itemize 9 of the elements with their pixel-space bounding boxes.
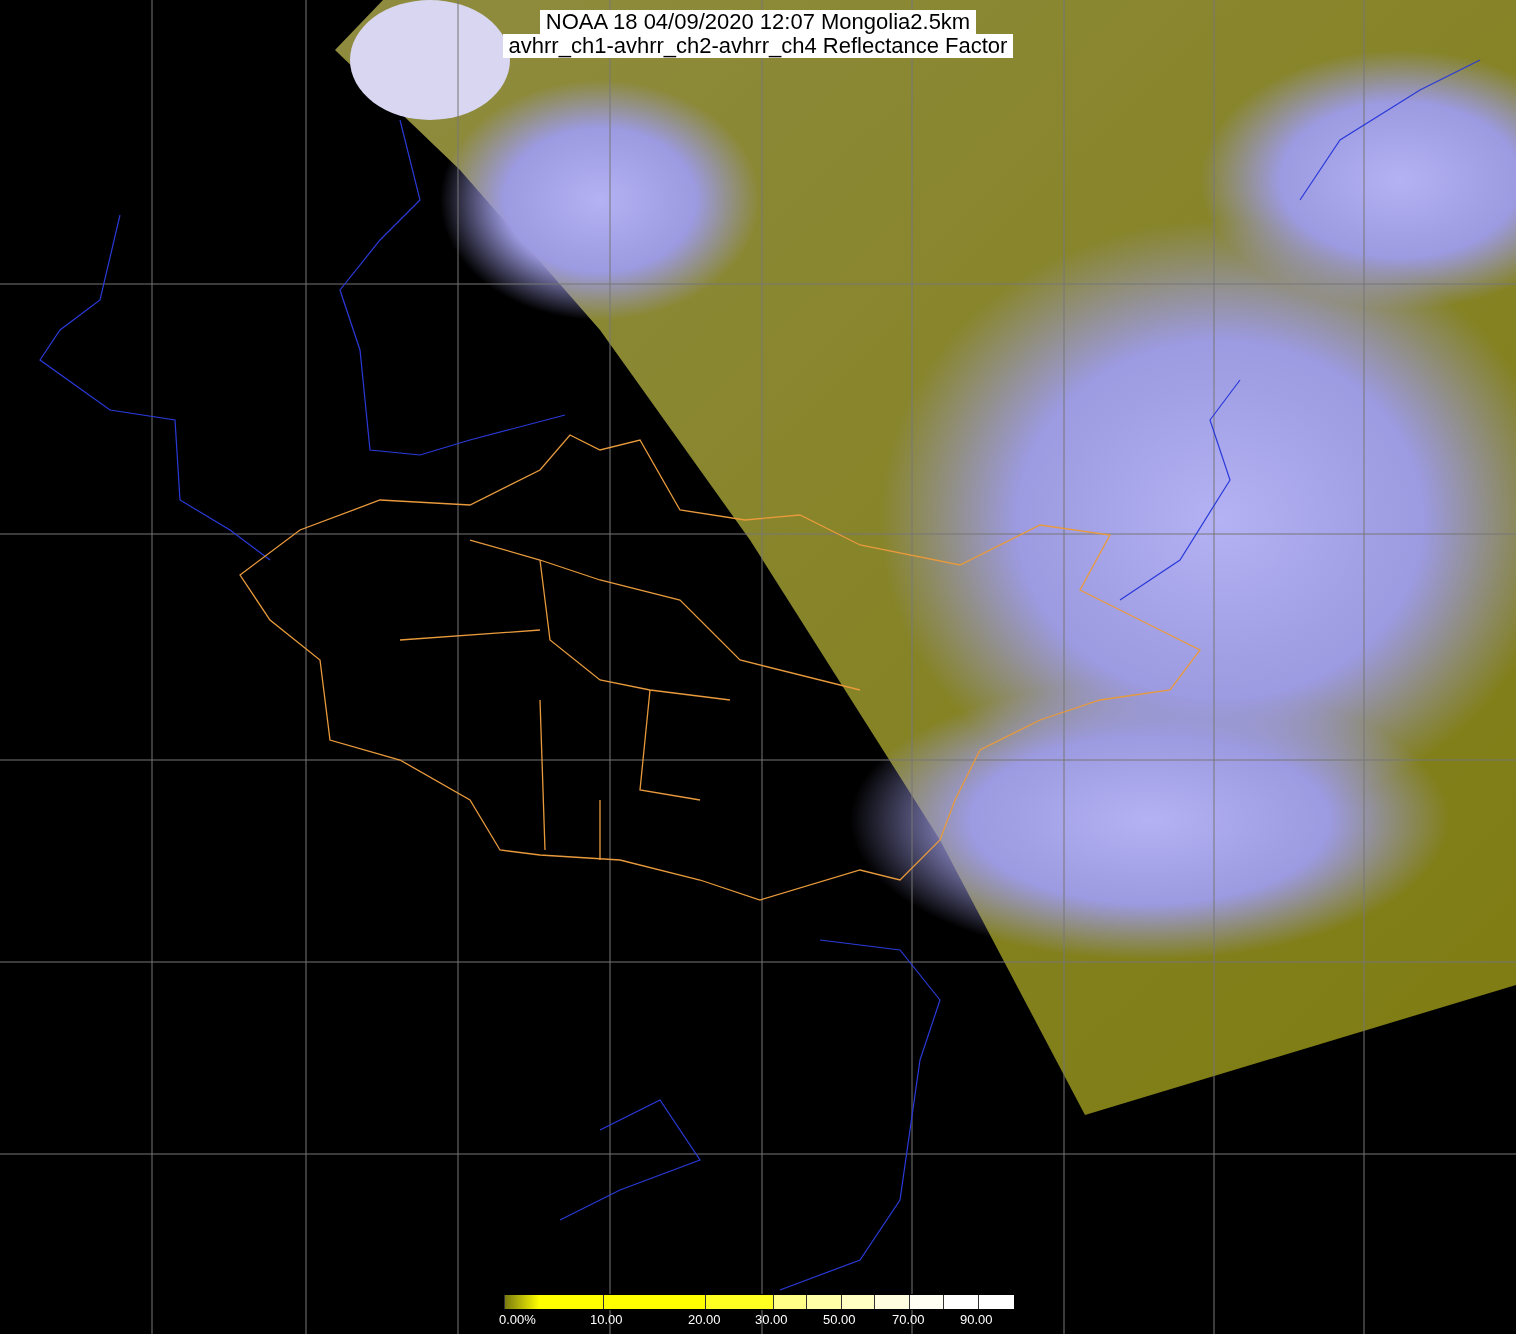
scale-label: 30.00 [755,1312,788,1327]
map-title: NOAA 18 04/09/2020 12:07 Mongolia2.5km [539,10,977,34]
scale-label: 0.00% [499,1312,536,1327]
map-subtitle: avhrr_ch1-avhrr_ch2-avhrr_ch4 Reflectance Factor [502,34,1014,58]
scale-label: 90.00 [960,1312,993,1327]
scale-label: 70.00 [892,1312,925,1327]
scale-label: 50.00 [823,1312,856,1327]
scale-label: 10.00 [590,1312,623,1327]
scale-label: 20.00 [688,1312,721,1327]
